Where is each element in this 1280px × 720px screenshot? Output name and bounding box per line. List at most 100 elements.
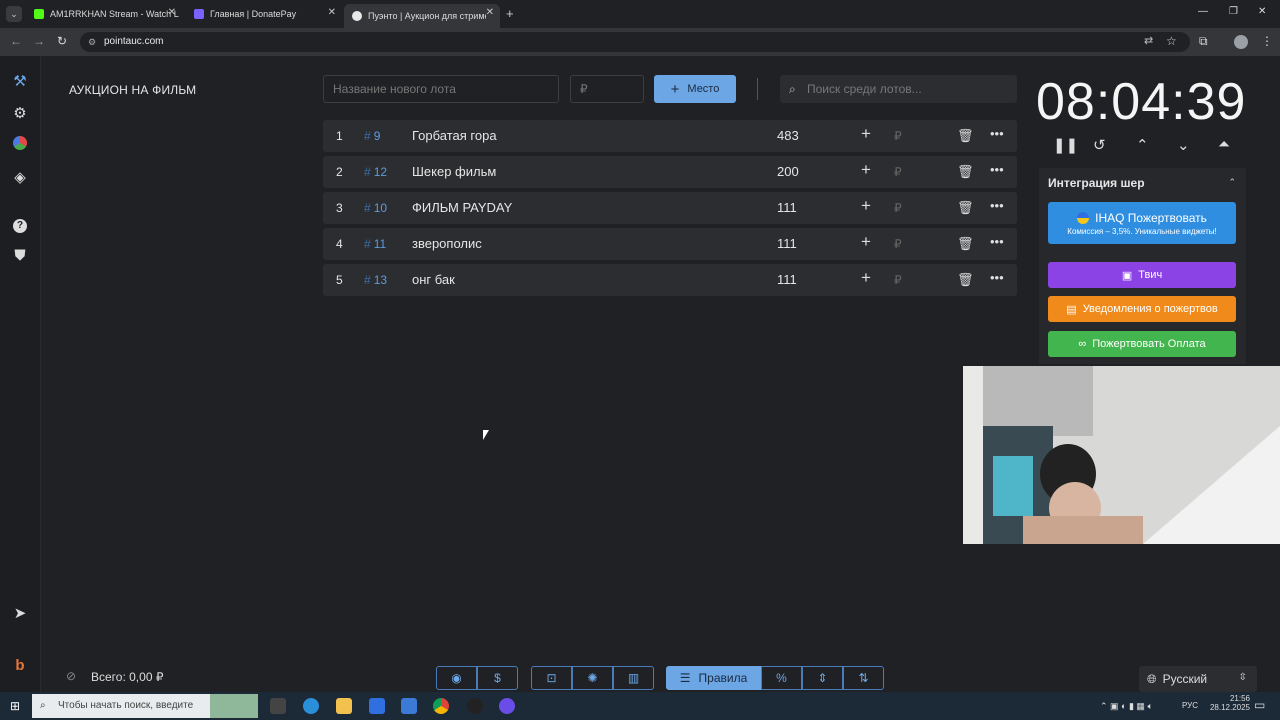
more-icon[interactable]: •••	[990, 234, 1004, 249]
chrome-icon[interactable]	[433, 698, 449, 714]
bottom-bar: ⊘ Всего: 0,00 ₽ ◉ $ ⊡ ✺ ▥ ☰ Правила % ⇕ …	[0, 662, 1280, 692]
lot-name[interactable]: Шекер фильм	[412, 164, 496, 179]
collapse-icon[interactable]: ⌃	[1228, 177, 1236, 188]
trash-icon[interactable]: 🗑	[957, 164, 974, 180]
task-view-icon[interactable]	[270, 698, 286, 714]
donate-dollar-button[interactable]: $	[477, 666, 518, 690]
forward-icon[interactable]: →	[33, 34, 45, 48]
auction-title: АУКЦИОН НА ФИЛЬМ	[69, 83, 197, 97]
add-amount-icon[interactable]: +	[861, 160, 871, 180]
sort-button[interactable]: ⇅	[843, 666, 884, 690]
lot-name[interactable]: ФИЛЬМ PAYDAY	[412, 200, 512, 215]
minimize-icon[interactable]: —	[1198, 6, 1208, 17]
app-icon[interactable]	[467, 698, 483, 714]
add-amount-icon[interactable]: +	[861, 232, 871, 252]
twitch-label: Твич	[1138, 269, 1163, 281]
auction-timer: 08:04:39	[1036, 73, 1247, 131]
lot-amount-input[interactable]: ₽	[894, 165, 902, 179]
bookmark-star-icon[interactable]: ☆	[1166, 34, 1177, 48]
amount-input[interactable]: ₽	[570, 75, 644, 103]
donate-button[interactable]: IHAQ Пожертвовать Комиссия – 3,5%. Уника…	[1048, 202, 1236, 244]
lot-amount-input[interactable]: ₽	[894, 237, 902, 251]
compress-button[interactable]: ⇕	[802, 666, 843, 690]
shield-icon[interactable]: ⛊	[10, 246, 30, 266]
hide-eye-icon[interactable]: ⊘	[66, 669, 76, 683]
add-amount-icon[interactable]: +	[861, 124, 871, 144]
lot-amount-input[interactable]: ₽	[894, 129, 902, 143]
reset-icon[interactable]: ↺	[1093, 136, 1106, 154]
extensions-icon[interactable]: ⧉	[1199, 34, 1208, 49]
profile-avatar[interactable]	[1234, 35, 1248, 49]
lot-name[interactable]: онг бак	[412, 272, 455, 287]
mail-icon[interactable]	[401, 698, 417, 714]
notifications-icon[interactable]: ▭	[1254, 698, 1265, 712]
clear-button[interactable]: ▥	[613, 666, 654, 690]
pause-icon[interactable]: ❚❚	[1053, 136, 1078, 154]
maximize-icon[interactable]: ❐	[1229, 6, 1238, 17]
tab-kick[interactable]: AM1RRKHAN Stream - Watch L ✕	[26, 4, 182, 24]
donatepay-icon	[194, 9, 204, 19]
trash-icon[interactable]: 🗑	[957, 200, 974, 216]
rules-button[interactable]: ☰ Правила	[666, 666, 761, 690]
time-double-up-icon[interactable]: ⏶	[1218, 136, 1230, 153]
lot-amount-input[interactable]: ₽	[894, 201, 902, 215]
url-text: pointauc.com	[104, 36, 164, 47]
store-icon[interactable]	[369, 698, 385, 714]
twitch-icon: ▣	[1121, 269, 1133, 282]
windows-start-icon[interactable]: ⊞	[10, 699, 20, 713]
donation-notify-button[interactable]: ▤ Уведомления о пожертвов	[1048, 296, 1236, 322]
site-info-icon[interactable]: ⚙	[88, 32, 96, 52]
tab-search-icon[interactable]: ⌄	[6, 6, 22, 22]
trash-icon[interactable]: 🗑	[957, 128, 974, 144]
tab-donatepay[interactable]: Главная | DonatePay ✕	[186, 4, 342, 24]
clock[interactable]: 21:56 28.12.2025	[1210, 694, 1250, 712]
close-window-icon[interactable]: ✕	[1258, 6, 1266, 17]
telegram-icon[interactable]: ➤	[10, 604, 30, 624]
more-icon[interactable]: •••	[990, 126, 1004, 141]
twitch-button[interactable]: ▣ Твич	[1048, 262, 1236, 288]
trash-icon[interactable]: 🗑	[957, 236, 974, 252]
taskbar-search-input[interactable]: ⌕ Чтобы начать поиск, введите	[32, 694, 258, 718]
layers-icon[interactable]: ◈	[10, 168, 30, 188]
lot-id: #13	[364, 273, 388, 287]
lot-search-input[interactable]: ⌕ Поиск среди лотов...	[780, 75, 1017, 103]
add-place-button[interactable]: + Место	[654, 75, 736, 103]
more-icon[interactable]: •••	[990, 270, 1004, 285]
percent-button[interactable]: %	[761, 666, 802, 690]
more-icon[interactable]: •••	[990, 162, 1004, 177]
bug-report-button[interactable]: ✺	[572, 666, 613, 690]
new-lot-input[interactable]: Название нового лота	[323, 75, 559, 103]
close-icon[interactable]: ✕	[168, 7, 176, 18]
save-button[interactable]: ⊡	[531, 666, 572, 690]
close-icon[interactable]: ✕	[486, 7, 494, 18]
time-up-icon[interactable]: ⌃	[1136, 136, 1149, 154]
close-icon[interactable]: ✕	[328, 7, 336, 18]
tab-label: Главная | DonatePay	[210, 9, 297, 19]
donate-pay-button[interactable]: ∞ Пожертвовать Оплата	[1048, 331, 1236, 357]
edge-icon[interactable]	[303, 698, 319, 714]
url-field[interactable]: ⚙ pointauc.com	[80, 32, 1190, 52]
menu-kebab-icon[interactable]: ⋮	[1261, 34, 1273, 48]
back-icon[interactable]: ←	[10, 34, 22, 48]
trash-icon[interactable]: 🗑	[957, 272, 974, 288]
file-explorer-icon[interactable]	[336, 698, 352, 714]
language-select[interactable]: 🌐︎ Русский ⇳	[1139, 666, 1257, 692]
tab-pointauc[interactable]: Пуэнто | Аукцион для стримерa ✕	[344, 4, 500, 28]
gavel-icon[interactable]: ⚒	[10, 72, 30, 92]
add-amount-icon[interactable]: +	[861, 196, 871, 216]
lot-name[interactable]: Горбатая гора	[412, 128, 497, 143]
translate-icon[interactable]: ⇄	[1144, 34, 1153, 47]
new-tab-icon[interactable]: +	[506, 6, 514, 21]
more-icon[interactable]: •••	[990, 198, 1004, 213]
time-down-icon[interactable]: ⌄	[1177, 136, 1190, 154]
add-amount-icon[interactable]: +	[861, 268, 871, 288]
input-language[interactable]: РУС	[1182, 701, 1198, 710]
help-icon[interactable]: ?	[10, 214, 30, 234]
obs-icon[interactable]	[499, 698, 515, 714]
github-button[interactable]: ◉	[436, 666, 477, 690]
lot-amount-input[interactable]: ₽	[894, 273, 902, 287]
pie-chart-icon[interactable]	[10, 136, 30, 156]
settings-gear-icon[interactable]: ⚙	[10, 104, 30, 124]
lot-name[interactable]: зверополис	[412, 236, 482, 251]
reload-icon[interactable]: ↻	[57, 34, 67, 48]
